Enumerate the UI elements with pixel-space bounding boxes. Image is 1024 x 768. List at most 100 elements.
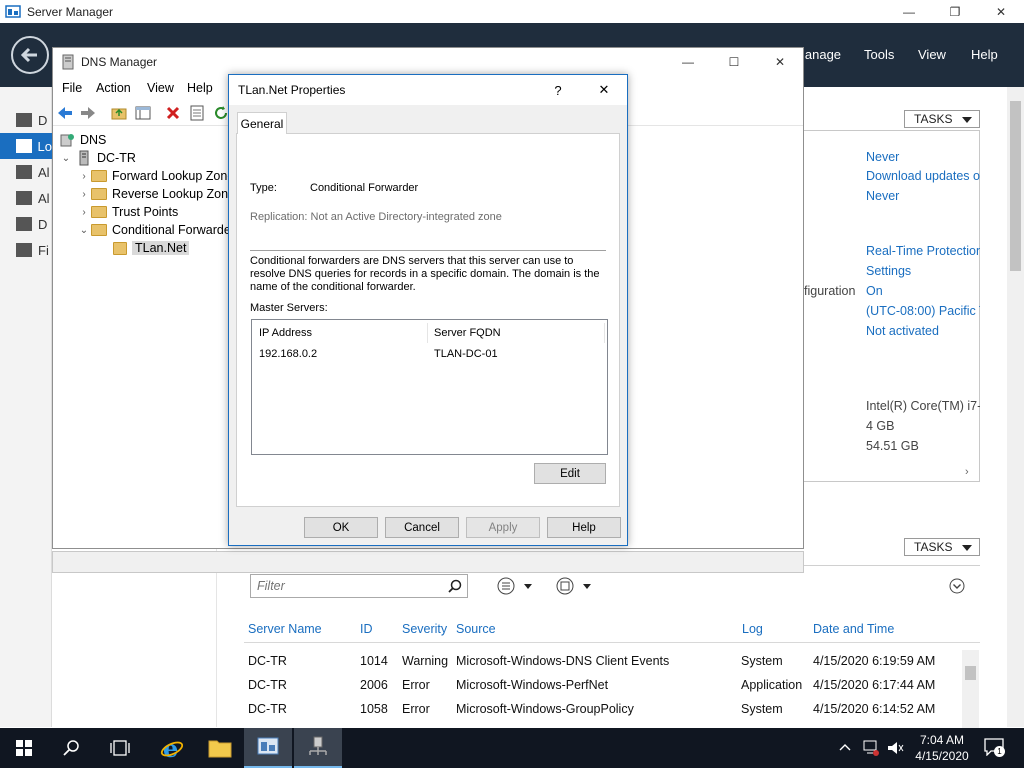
tree-node-reverse-lookup[interactable]: › Reverse Lookup Zone bbox=[77, 185, 235, 203]
tree-node-conditional-forwarders[interactable]: ⌄ Conditional Forwarde bbox=[77, 221, 231, 239]
column-header-source[interactable]: Source bbox=[456, 622, 496, 636]
taskbar-internet-explorer[interactable]: e bbox=[148, 728, 196, 768]
column-header-severity[interactable]: Severity bbox=[402, 622, 447, 636]
save-options-icon[interactable] bbox=[556, 577, 596, 595]
menu-tools[interactable]: Tools bbox=[864, 47, 894, 62]
close-button[interactable]: ✕ bbox=[978, 0, 1024, 23]
folder-icon bbox=[91, 188, 107, 200]
property-value[interactable]: Never bbox=[866, 150, 980, 164]
nav-item-dashboard[interactable]: D bbox=[0, 107, 52, 133]
properties-icon[interactable] bbox=[189, 105, 205, 121]
close-icon[interactable]: ✕ bbox=[581, 75, 627, 105]
network-icon[interactable] bbox=[862, 739, 880, 757]
scroll-right-icon[interactable]: › bbox=[965, 466, 969, 478]
clock[interactable]: 7:04 AM 4/15/2020 bbox=[912, 732, 972, 764]
tree-node-trust-points[interactable]: › Trust Points bbox=[77, 203, 178, 221]
show-hidden-icons-icon[interactable] bbox=[838, 742, 852, 752]
back-button[interactable] bbox=[11, 36, 49, 74]
tasks-button-events[interactable]: TASKS bbox=[904, 538, 980, 556]
expand-icon[interactable]: › bbox=[77, 189, 91, 200]
menu-file[interactable]: File bbox=[62, 81, 82, 95]
property-value[interactable]: Not activated bbox=[866, 324, 980, 338]
events-scrollbar[interactable] bbox=[962, 650, 979, 728]
taskbar-server-manager[interactable] bbox=[244, 728, 292, 768]
menu-view[interactable]: View bbox=[918, 47, 946, 62]
scrollbar-thumb[interactable] bbox=[1010, 101, 1021, 271]
scrollbar-thumb[interactable] bbox=[965, 666, 976, 680]
column-header-log[interactable]: Log bbox=[742, 622, 763, 636]
menu-help[interactable]: Help bbox=[971, 47, 998, 62]
edit-button[interactable]: Edit bbox=[534, 463, 606, 484]
nav-item-dns[interactable]: D bbox=[0, 211, 52, 237]
tree-node-forward-lookup[interactable]: › Forward Lookup Zone bbox=[77, 167, 234, 185]
help-icon[interactable]: ? bbox=[535, 75, 581, 105]
nav-item-local-server[interactable]: Lo bbox=[0, 133, 52, 159]
filter-input[interactable] bbox=[251, 575, 441, 597]
nav-item-file[interactable]: Fi bbox=[0, 237, 52, 263]
search-button[interactable] bbox=[48, 728, 96, 768]
expand-icon[interactable]: › bbox=[77, 171, 91, 182]
type-value: Conditional Forwarder bbox=[310, 182, 419, 194]
expand-icon[interactable]: › bbox=[77, 207, 91, 218]
menu-help[interactable]: Help bbox=[187, 81, 213, 95]
apply-button[interactable]: Apply bbox=[466, 517, 540, 538]
menu-manage[interactable]: lanage bbox=[802, 47, 841, 62]
tasks-button-properties[interactable]: TASKS bbox=[904, 110, 980, 128]
task-view-icon bbox=[110, 740, 130, 756]
up-folder-icon[interactable] bbox=[111, 105, 127, 121]
property-value[interactable]: Download updates o bbox=[866, 169, 980, 183]
event-source: Microsoft-Windows-GroupPolicy bbox=[456, 702, 634, 716]
column-header-date[interactable]: Date and Time bbox=[813, 622, 894, 636]
master-servers-list[interactable]: IP Address Server FQDN 192.168.0.2 TLAN-… bbox=[251, 319, 608, 455]
help-button[interactable]: Help bbox=[547, 517, 621, 538]
column-header-ip[interactable]: IP Address bbox=[259, 327, 312, 339]
refresh-icon[interactable] bbox=[213, 105, 229, 121]
menu-action[interactable]: Action bbox=[96, 81, 131, 95]
tab-general[interactable]: General bbox=[237, 112, 287, 134]
search-icon[interactable] bbox=[448, 579, 462, 593]
property-value[interactable]: Settings bbox=[866, 264, 980, 278]
forward-arrow-icon[interactable] bbox=[80, 105, 96, 121]
tree-node-dns[interactable]: DNS bbox=[59, 131, 106, 149]
nav-item-all-servers[interactable]: Al bbox=[0, 159, 52, 185]
nav-item-ad[interactable]: Al bbox=[0, 185, 52, 211]
property-value[interactable]: Never bbox=[866, 189, 980, 203]
expand-icon[interactable] bbox=[949, 578, 965, 594]
tree-node-server[interactable]: ⌄ DC-TR bbox=[59, 149, 136, 167]
minimize-button[interactable]: — bbox=[886, 0, 932, 23]
ok-button[interactable]: OK bbox=[304, 517, 378, 538]
property-value[interactable]: Real-Time Protection: bbox=[866, 244, 980, 258]
taskbar-file-explorer[interactable] bbox=[196, 728, 244, 768]
events-filter[interactable] bbox=[250, 574, 468, 598]
cancel-button[interactable]: Cancel bbox=[385, 517, 459, 538]
server-icon bbox=[79, 150, 89, 166]
dns-manager-icon bbox=[309, 736, 327, 755]
property-value[interactable]: On bbox=[866, 284, 980, 298]
start-button[interactable] bbox=[0, 728, 48, 768]
maximize-button[interactable]: ☐ bbox=[711, 48, 757, 76]
column-header-id[interactable]: ID bbox=[360, 622, 373, 636]
collapse-icon[interactable]: ⌄ bbox=[59, 153, 73, 164]
list-options-icon[interactable] bbox=[497, 577, 537, 595]
back-arrow-icon[interactable] bbox=[57, 105, 73, 121]
column-header-server-name[interactable]: Server Name bbox=[248, 622, 322, 636]
tree-node-tlan-net[interactable]: TLan.Net bbox=[113, 239, 190, 257]
menu-view[interactable]: View bbox=[147, 81, 174, 95]
collapse-icon[interactable]: ⌄ bbox=[77, 225, 91, 236]
general-tab-page: Type: Conditional Forwarder Replication:… bbox=[236, 133, 620, 507]
delete-icon[interactable] bbox=[165, 105, 181, 121]
separator bbox=[250, 250, 606, 251]
volume-icon[interactable] bbox=[886, 739, 904, 757]
minimize-button[interactable]: — bbox=[665, 48, 711, 76]
property-value[interactable]: (UTC-08:00) Pacific Ti bbox=[866, 304, 980, 318]
show-hide-tree-icon[interactable] bbox=[135, 105, 151, 121]
column-header-fqdn[interactable]: Server FQDN bbox=[434, 327, 501, 339]
taskbar-dns-manager[interactable] bbox=[294, 728, 342, 768]
close-button[interactable]: ✕ bbox=[757, 48, 803, 76]
restore-button[interactable]: ❐ bbox=[932, 0, 978, 23]
ad-icon bbox=[16, 191, 32, 205]
window-title: Server Manager bbox=[27, 4, 114, 19]
task-view-button[interactable] bbox=[96, 728, 144, 768]
action-center-button[interactable]: 1 bbox=[984, 738, 1006, 758]
vertical-scrollbar[interactable] bbox=[1007, 87, 1024, 727]
